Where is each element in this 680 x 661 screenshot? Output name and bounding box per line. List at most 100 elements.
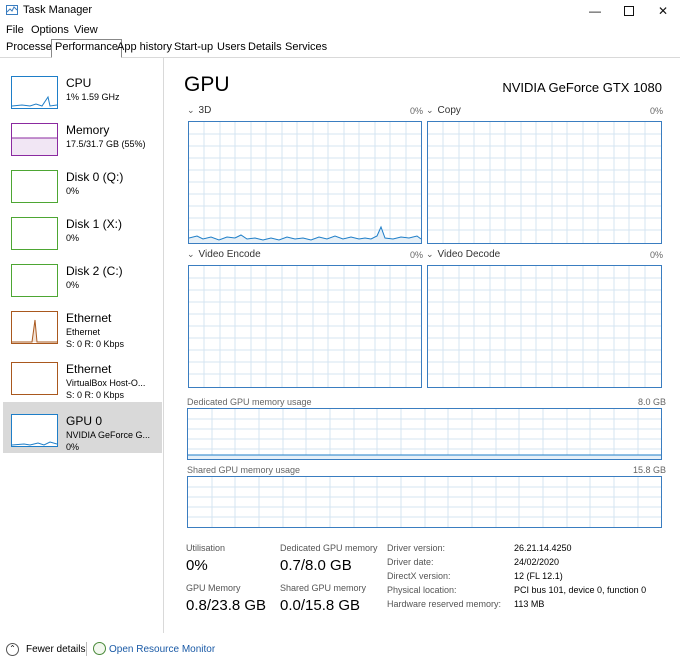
shared-memory-plot — [188, 477, 661, 527]
sidebar-item-gpu-0[interactable]: GPU 0 NVIDIA GeForce G... 0% — [3, 402, 162, 453]
sidebar-item-disk-1[interactable]: Disk 1 (X:) 0% — [3, 205, 162, 255]
hardware-reserved-memory-value: 113 MB — [514, 599, 545, 609]
sidebar-item-throughput: S: 0 R: 0 Kbps — [66, 339, 125, 349]
sidebar-item-label: CPU — [66, 76, 92, 90]
driver-date-value: 24/02/2020 — [514, 557, 560, 567]
cpu-thumbnail — [11, 76, 58, 109]
sidebar-item-detail: 0% — [66, 280, 80, 290]
menu-file[interactable]: File — [6, 24, 24, 36]
graph-video-encode-plot — [189, 266, 421, 387]
graph-label-video-encode[interactable]: ⌄ Video Encode — [187, 249, 261, 260]
minimize-button[interactable]: — — [578, 0, 612, 21]
close-button[interactable]: ✕ — [646, 0, 680, 21]
chevron-up-icon[interactable]: ⌃ — [6, 643, 19, 656]
dedicated-memory-label: Dedicated GPU memory usage — [187, 397, 312, 407]
utilisation-value: 0% — [186, 557, 208, 574]
directx-version-value: 12 (FL 12.1) — [514, 571, 563, 581]
gpu-memory-value: 0.8/23.8 GB — [186, 597, 267, 614]
menu-bar: File Options View — [0, 21, 680, 39]
shared-memory-graph — [187, 476, 662, 528]
sidebar-item-label: Disk 0 (Q:) — [66, 170, 124, 184]
sidebar-item-detail: 17.5/31.7 GB (55%) — [66, 139, 146, 149]
menu-view[interactable]: View — [74, 24, 98, 36]
graph-3d — [188, 121, 422, 244]
sidebar-item-cpu[interactable]: CPU 1% 1.59 GHz — [3, 64, 162, 114]
sidebar-item-detail: 1% 1.59 GHz — [66, 92, 120, 102]
physical-location-label: Physical location: — [387, 585, 457, 595]
dedicated-memory-graph — [187, 408, 662, 460]
minimize-icon: — — [589, 3, 601, 18]
driver-version-label: Driver version: — [387, 543, 446, 553]
gpu-memory-label: GPU Memory — [186, 583, 241, 593]
directx-version-label: DirectX version: — [387, 571, 451, 581]
graph-video-encode — [188, 265, 422, 388]
hardware-reserved-memory-label: Hardware reserved memory: — [387, 599, 502, 609]
physical-location-value: PCI bus 101, device 0, function 0 — [514, 585, 647, 595]
footer: ⌃ Fewer details Open Resource Monitor — [0, 638, 680, 661]
shared-memory-max: 15.8 GB — [633, 465, 667, 475]
graph-label-text: Video Encode — [198, 249, 261, 260]
tab-start-up[interactable]: Start-up — [171, 40, 216, 56]
ethernet-virtualbox-thumbnail — [11, 362, 58, 395]
tab-details[interactable]: Details — [245, 40, 285, 56]
sidebar-item-memory[interactable]: Memory 17.5/31.7 GB (55%) — [3, 111, 162, 161]
sidebar-item-label: Disk 1 (X:) — [66, 217, 123, 231]
dedicated-memory-stat-value: 0.7/8.0 GB — [280, 557, 352, 574]
sidebar-item-throughput: S: 0 R: 0 Kbps — [66, 390, 125, 400]
chevron-down-icon: ⌄ — [187, 249, 195, 259]
shared-memory-stat-label: Shared GPU memory — [280, 583, 367, 593]
dedicated-memory-plot — [188, 409, 661, 459]
maximize-icon — [624, 5, 634, 16]
sidebar-item-detail: 0% — [66, 233, 80, 243]
graph-video-decode — [427, 265, 662, 388]
tab-strip: Processes Performance App history Start-… — [0, 39, 680, 58]
graph-label-text: 3D — [198, 105, 212, 116]
sidebar-item-disk-2[interactable]: Disk 2 (C:) 0% — [3, 252, 162, 302]
sidebar-item-detail: Ethernet — [66, 327, 101, 337]
sidebar-item-label: Memory — [66, 123, 110, 137]
close-icon: ✕ — [657, 3, 669, 18]
sidebar-item-label: Ethernet — [66, 311, 112, 325]
fewer-details-button[interactable]: Fewer details — [26, 644, 85, 655]
title-bar: Task Manager — ✕ — [0, 0, 680, 21]
gpu-model-name: NVIDIA GeForce GTX 1080 — [502, 80, 662, 95]
memory-thumbnail — [11, 123, 58, 156]
graph-percent-video-encode: 0% — [410, 250, 424, 260]
tab-performance[interactable]: Performance — [51, 39, 122, 58]
graph-percent-3d: 0% — [410, 106, 424, 116]
menu-options[interactable]: Options — [31, 24, 69, 36]
graph-percent-video-decode: 0% — [650, 250, 664, 260]
sidebar-item-label: GPU 0 — [66, 414, 103, 428]
gpu-0-thumbnail — [11, 414, 58, 447]
graph-label-video-decode[interactable]: ⌄ Video Decode — [426, 249, 500, 260]
graph-label-text: Copy — [437, 105, 461, 116]
graph-label-text: Video Decode — [437, 249, 501, 260]
disk-0-thumbnail — [11, 170, 58, 203]
sidebar-item-label: Disk 2 (C:) — [66, 264, 123, 278]
sidebar-item-ethernet[interactable]: Ethernet Ethernet S: 0 R: 0 Kbps — [3, 299, 162, 349]
disk-1-thumbnail — [11, 217, 58, 250]
chevron-down-icon: ⌄ — [426, 249, 434, 259]
sidebar-item-detail: NVIDIA GeForce G... — [66, 430, 151, 440]
disk-2-thumbnail — [11, 264, 58, 297]
chevron-down-icon: ⌄ — [426, 105, 434, 115]
open-resource-monitor-link[interactable]: Open Resource Monitor — [109, 644, 215, 655]
graph-label-copy[interactable]: ⌄ Copy — [426, 105, 461, 116]
sidebar-item-disk-0[interactable]: Disk 0 (Q:) 0% — [3, 158, 162, 208]
ethernet-thumbnail — [11, 311, 58, 344]
tab-users[interactable]: Users — [214, 40, 249, 56]
tab-services[interactable]: Services — [282, 40, 330, 56]
dedicated-memory-max: 8.0 GB — [638, 397, 667, 407]
sidebar-item-detail: VirtualBox Host-O... — [66, 378, 146, 388]
graph-copy-plot — [428, 122, 661, 243]
tab-app-history[interactable]: App history — [114, 40, 175, 56]
graph-label-3d[interactable]: ⌄ 3D — [187, 105, 211, 116]
graph-copy — [427, 121, 662, 244]
shared-memory-label: Shared GPU memory usage — [187, 465, 301, 475]
sidebar-item-detail: 0% — [66, 186, 80, 196]
task-manager-icon — [6, 5, 18, 15]
maximize-button[interactable] — [612, 0, 646, 21]
resource-monitor-icon — [93, 642, 106, 655]
sidebar-item-ethernet-virtualbox[interactable]: Ethernet VirtualBox Host-O... S: 0 R: 0 … — [3, 350, 162, 400]
graph-percent-copy: 0% — [650, 106, 664, 116]
